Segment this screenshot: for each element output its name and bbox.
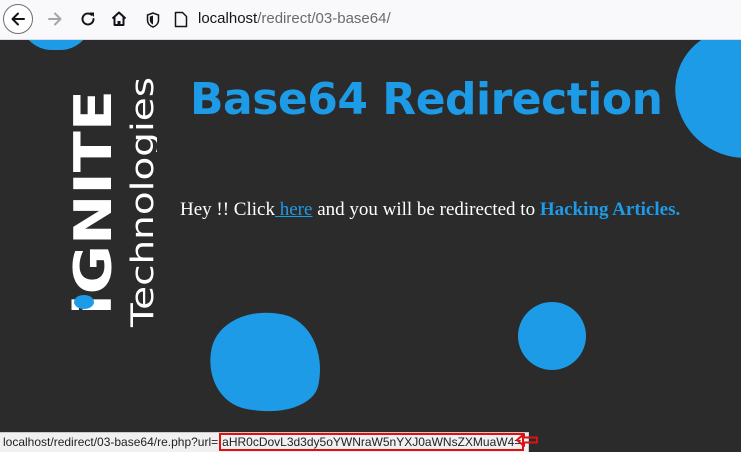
logo-tagline: Technologies <box>125 77 157 328</box>
reload-button[interactable] <box>73 4 103 34</box>
arrow-left-icon <box>11 12 25 26</box>
status-url-prefix: localhost/redirect/03-base64/re.php?url= <box>3 435 219 449</box>
hacking-articles-text: Hacking Articles. <box>539 199 681 220</box>
page-content: iGNITE Technologies Base64 Redirection !… <box>0 40 741 452</box>
redirect-link[interactable]: here <box>275 199 313 220</box>
reload-icon <box>81 12 95 26</box>
page-title: Base64 Redirection !! <box>190 74 717 125</box>
encoded-url-highlight: aHR0cDovL3d3dy5oYWNraW5nYXJ0aWNsZXMuaW4= <box>219 433 525 451</box>
decor-blob-top-left <box>20 40 92 50</box>
status-bar: localhost/redirect/03-base64/re.php?url=… <box>0 432 530 452</box>
decor-blob-bottom <box>200 301 332 423</box>
decor-circle <box>518 302 586 370</box>
url-host: localhost <box>198 10 258 27</box>
back-button[interactable] <box>3 4 33 34</box>
arrow-right-icon <box>48 12 62 26</box>
url-path: /redirect/03-base64/ <box>257 10 391 27</box>
page-icon[interactable] <box>174 11 188 28</box>
message-middle: and you will be redirected to <box>312 199 540 220</box>
home-icon <box>111 11 127 26</box>
home-button[interactable] <box>104 4 134 34</box>
browser-toolbar: localhost/redirect/03-base64/ <box>0 0 741 40</box>
message-prefix: Hey !! Click <box>180 199 275 220</box>
logo-dot-icon <box>74 295 94 309</box>
ignite-logo: iGNITE Technologies <box>64 77 157 328</box>
address-bar[interactable]: localhost/redirect/03-base64/ <box>198 10 391 27</box>
shield-icon[interactable] <box>146 12 160 28</box>
forward-button[interactable] <box>40 4 70 34</box>
logo-brand: iGNITE <box>64 90 124 315</box>
annotation-arrow-left-icon <box>516 433 538 447</box>
redirect-message: Hey !! Click here and you will be redire… <box>180 199 680 221</box>
